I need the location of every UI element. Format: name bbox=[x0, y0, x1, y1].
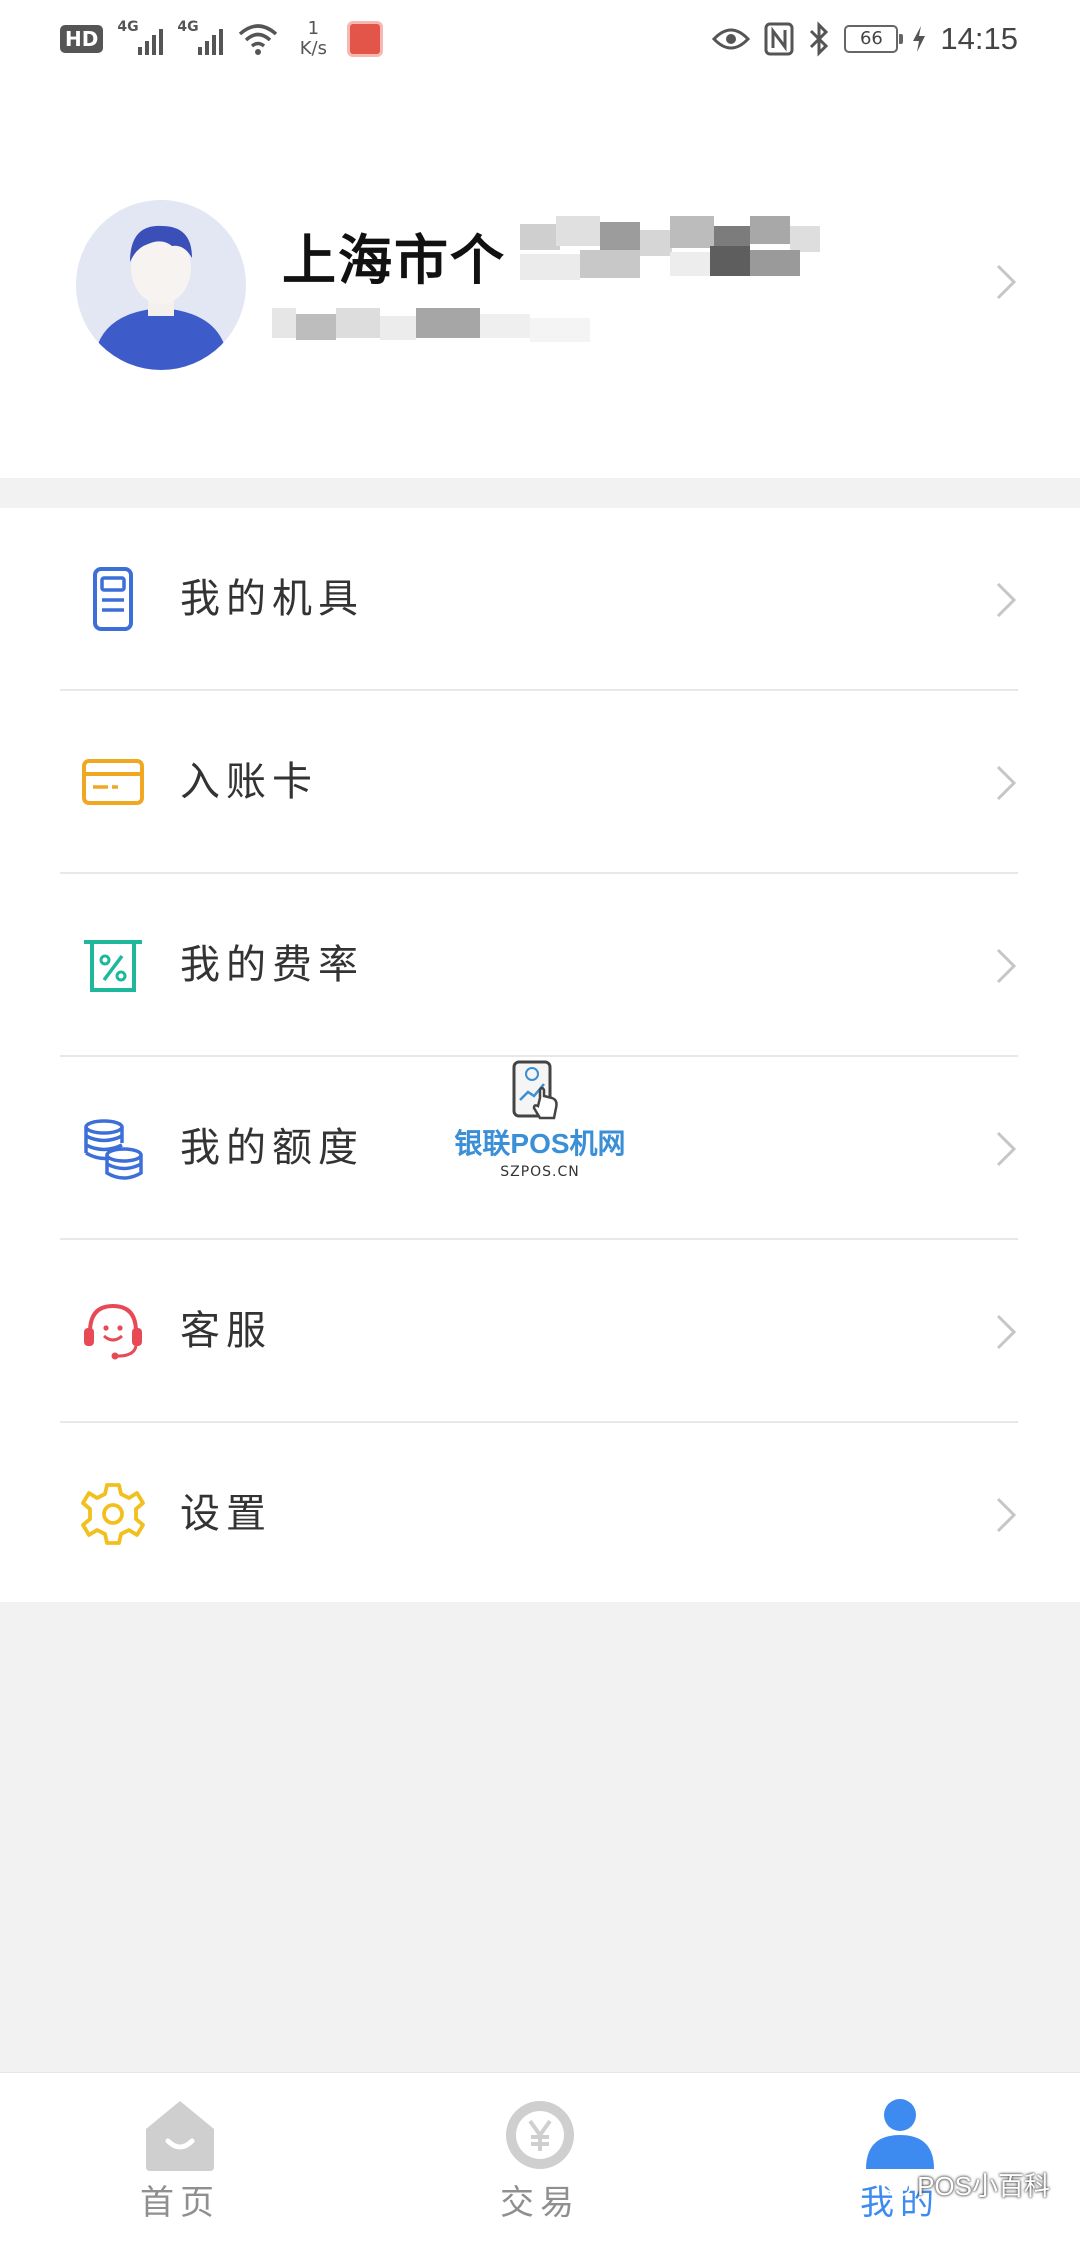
chevron-right-icon bbox=[996, 765, 1017, 801]
menu-item-label: 我的机具 bbox=[180, 576, 364, 622]
chevron-right-icon bbox=[996, 264, 1017, 300]
menu-item-settings[interactable]: 设置 bbox=[0, 1423, 1080, 1605]
cellular-signal-icon: 4G bbox=[117, 19, 164, 57]
tab-label: 交易 bbox=[500, 2183, 580, 2223]
rate-percent-icon bbox=[84, 940, 142, 992]
redacted-name-mosaic bbox=[520, 216, 840, 286]
cellular-signal-icon-2: 4G bbox=[177, 19, 224, 57]
avatar[interactable] bbox=[76, 200, 246, 370]
wifi-icon bbox=[239, 24, 278, 55]
headset-icon bbox=[84, 1303, 142, 1360]
menu-item-label: 我的额度 bbox=[180, 1125, 364, 1171]
menu-item-my-rate[interactable]: 我的费率 bbox=[0, 874, 1080, 1056]
menu-item-label: 设置 bbox=[180, 1491, 272, 1537]
footer-watermark: POS小百科 bbox=[881, 2166, 1050, 2203]
profile-card[interactable]: 上海市个 bbox=[0, 76, 1080, 478]
menu-item-label: 我的费率 bbox=[180, 942, 364, 988]
menu-item-settlement-card[interactable]: 入账卡 bbox=[0, 691, 1080, 873]
watermark-title: 银联POS机网 bbox=[454, 1128, 626, 1159]
nfc-icon bbox=[764, 22, 794, 56]
status-bar-left: HD 4G 4G 1 K/s bbox=[60, 14, 384, 64]
coin-stack-icon bbox=[84, 1119, 143, 1180]
chevron-right-icon bbox=[996, 1314, 1017, 1350]
battery-icon: 66 bbox=[844, 25, 904, 53]
bottom-nav: 首页 交易 我的 bbox=[0, 2072, 1080, 2244]
chevron-right-icon bbox=[996, 948, 1017, 984]
eye-comfort-icon bbox=[712, 28, 751, 50]
tab-mine[interactable]: 我的 bbox=[800, 2073, 1000, 2244]
app-notification-icon bbox=[347, 21, 384, 57]
tab-transactions[interactable]: 交易 bbox=[440, 2073, 640, 2244]
tab-home[interactable]: 首页 bbox=[80, 2073, 280, 2244]
watermark-subtitle: SZPOS.CN bbox=[500, 1164, 580, 1180]
charging-icon bbox=[913, 26, 926, 52]
profile-name: 上海市个 bbox=[282, 228, 506, 292]
wechat-icon bbox=[881, 2172, 912, 2196]
avatar-person-icon bbox=[76, 200, 246, 370]
person-icon bbox=[866, 2099, 934, 2169]
chevron-right-icon bbox=[996, 1497, 1017, 1533]
home-icon bbox=[146, 2101, 214, 2171]
clock: 14:15 bbox=[940, 21, 1018, 56]
menu-item-label: 客服 bbox=[180, 1308, 272, 1354]
status-bar-right: 66 14:15 bbox=[712, 14, 1018, 64]
menu-item-label: 入账卡 bbox=[180, 759, 318, 805]
yen-coin-icon bbox=[506, 2101, 574, 2169]
chevron-right-icon bbox=[996, 582, 1017, 618]
tab-label: 首页 bbox=[140, 2183, 220, 2223]
bank-card-icon bbox=[82, 759, 144, 805]
menu-item-customer-service[interactable]: 客服 bbox=[0, 1240, 1080, 1422]
hd-badge: HD bbox=[60, 25, 104, 53]
redacted-subtitle-mosaic bbox=[272, 308, 612, 348]
watermark: 银联POS机网 SZPOS.CN bbox=[440, 1052, 640, 1182]
bluetooth-icon bbox=[810, 21, 829, 57]
chevron-right-icon bbox=[996, 1131, 1017, 1167]
phone-hand-icon bbox=[512, 1060, 558, 1120]
gear-icon bbox=[81, 1483, 145, 1545]
status-bar: HD 4G 4G 1 K/s 66 14:15 bbox=[0, 0, 1080, 76]
menu-item-my-devices[interactable]: 我的机具 bbox=[0, 508, 1080, 690]
network-speed: 1 K/s bbox=[299, 18, 327, 59]
pos-terminal-icon bbox=[93, 567, 133, 631]
